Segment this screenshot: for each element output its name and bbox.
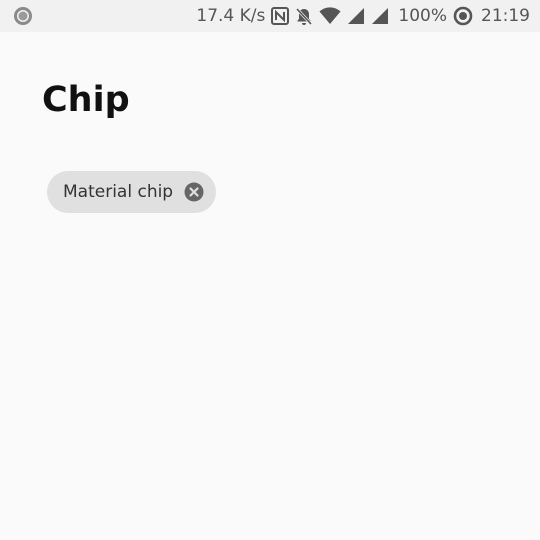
clock: 21:19 <box>481 6 530 26</box>
close-circle-icon[interactable] <box>184 182 204 202</box>
battery-percent: 100% <box>398 6 447 26</box>
notifications-off-icon <box>295 7 313 26</box>
network-speed: 17.4 K/s <box>196 6 266 26</box>
record-icon <box>13 6 33 26</box>
signal-icon <box>347 7 365 25</box>
page-title: Chip <box>42 80 130 120</box>
material-chip[interactable]: Material chip <box>47 171 217 213</box>
wifi-icon <box>319 7 341 25</box>
status-bar: 17.4 K/s 100% 21:19 <box>0 0 540 32</box>
signal-icon <box>371 7 389 25</box>
status-indicators: 17.4 K/s 100% 21:19 <box>196 0 530 32</box>
chip-label: Material chip <box>63 182 174 202</box>
battery-saver-icon <box>453 6 473 26</box>
nfc-icon <box>271 7 290 25</box>
